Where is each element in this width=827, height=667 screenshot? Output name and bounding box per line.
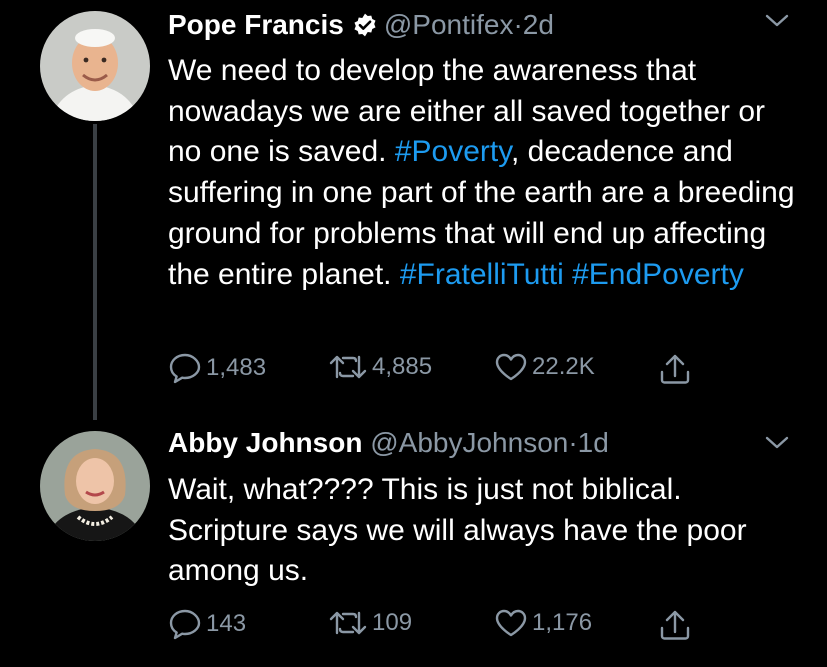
reply-count: 1,483 [206,354,267,381]
retweet-button[interactable]: 4,885 [328,352,432,382]
retweet-button[interactable]: 109 [328,608,412,638]
share-button[interactable] [658,352,692,386]
chevron-down-icon[interactable] [765,436,789,455]
retweet-icon [328,352,368,382]
like-button[interactable]: 22.2K [494,352,595,382]
reply-icon [168,608,202,640]
tweet-abby-johnson[interactable]: Abby Johnson @AbbyJohnson·1d Wait, what?… [0,420,827,667]
avatar[interactable] [40,11,150,121]
retweet-count: 109 [372,609,413,636]
share-button[interactable] [658,608,692,642]
avatar[interactable] [40,431,150,541]
tweet-header: Abby Johnson @AbbyJohnson·1d [168,425,609,461]
verified-badge-icon [352,11,378,47]
reply-icon [168,352,202,384]
tweet-pope-francis[interactable]: Pope Francis @Pontifex·2d We need to deve… [0,0,827,420]
timestamp[interactable]: 1d [578,427,609,458]
separator-dot: · [513,9,523,40]
hashtag-link[interactable]: #FratelliTutti [400,258,564,291]
avatar-photo [40,11,150,121]
avatar-photo [40,431,150,541]
timestamp[interactable]: 2d [523,9,554,40]
reply-button[interactable]: 143 [168,608,246,640]
like-icon [494,608,528,638]
text-part [564,258,572,291]
handle[interactable]: @Pontifex [384,9,514,40]
chevron-down-icon[interactable] [765,14,789,33]
separator-dot: · [568,427,578,458]
like-icon [494,352,528,382]
tweet-text: We need to develop the awareness that no… [168,51,798,295]
handle[interactable]: @AbbyJohnson [370,427,568,458]
tweet-header: Pope Francis @Pontifex·2d [168,7,554,47]
thread-line [93,124,97,420]
hashtag-link[interactable]: #Poverty [395,135,511,168]
text-part: Wait, what???? This is just not biblical… [168,473,747,588]
like-button[interactable]: 1,176 [494,608,592,638]
share-icon [658,608,692,642]
tweet-text: Wait, what???? This is just not biblical… [168,470,768,592]
like-count: 1,176 [532,609,593,636]
reply-button[interactable]: 1,483 [168,352,266,384]
share-icon [658,352,692,386]
retweet-count: 4,885 [372,353,433,380]
hashtag-link[interactable]: #EndPoverty [572,258,744,291]
display-name[interactable]: Pope Francis [168,9,344,40]
display-name[interactable]: Abby Johnson [168,427,362,458]
like-count: 22.2K [532,353,595,380]
reply-count: 143 [206,610,247,637]
retweet-icon [328,608,368,638]
